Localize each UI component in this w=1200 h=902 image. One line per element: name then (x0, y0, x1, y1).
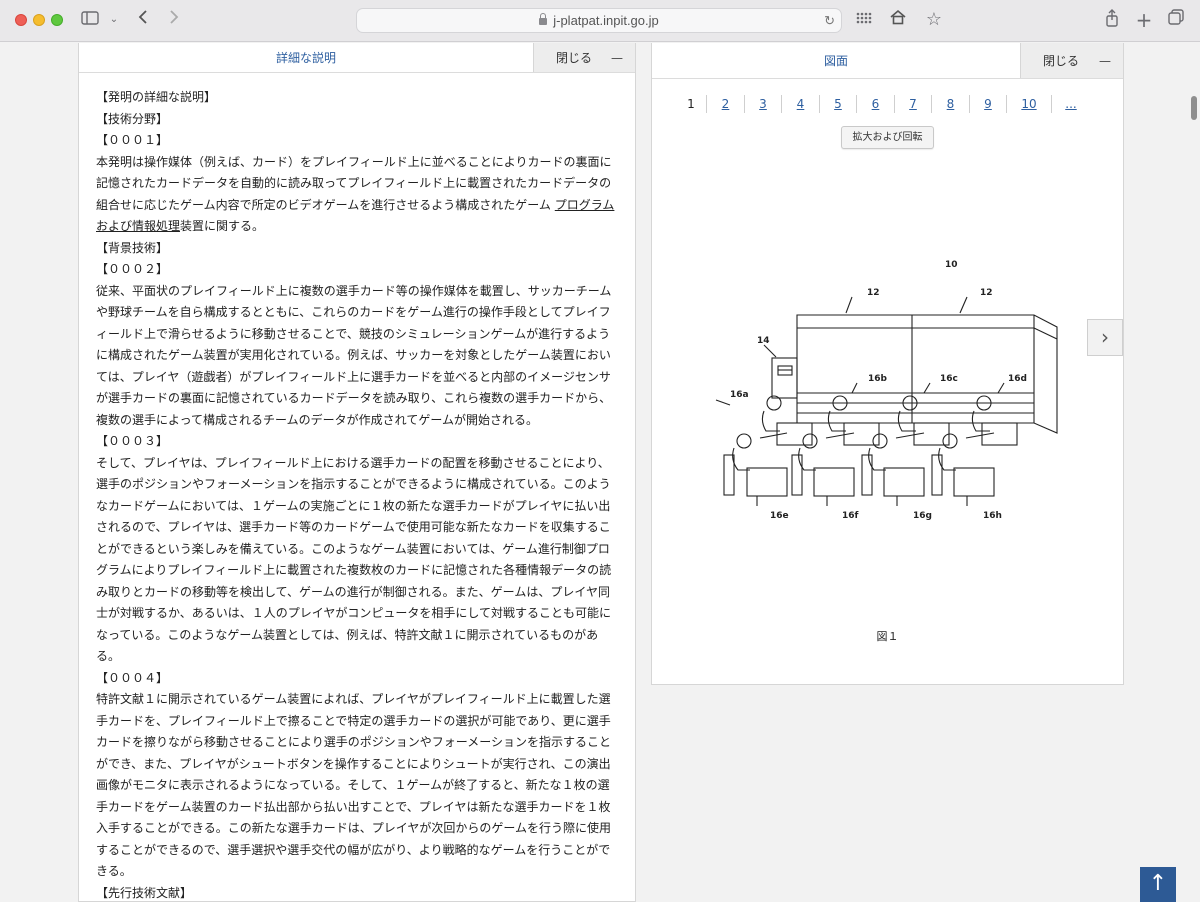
page-scrollbar[interactable] (1191, 96, 1197, 120)
close-window-button[interactable] (15, 14, 27, 26)
next-drawing-button[interactable]: › (1087, 319, 1123, 356)
zoom-window-button[interactable] (51, 14, 63, 26)
fig-label-12b: 12 (980, 288, 993, 298)
forward-icon[interactable] (165, 9, 183, 31)
description-close-button[interactable]: 閉じる — (533, 43, 635, 72)
page-1[interactable]: 1 (676, 95, 707, 113)
arrow-up-icon: ↑ (1148, 871, 1168, 896)
paragraph-number: 【０００１】 (96, 133, 169, 147)
fig-label-16d: 16d (1008, 374, 1027, 384)
paragraph-text: 装置に関する。 (180, 219, 265, 233)
fig-label-14: 14 (757, 336, 770, 346)
fig-label-16b: 16b (868, 374, 888, 384)
more-pages[interactable]: ... (1052, 95, 1090, 113)
page-8[interactable]: 8 (932, 95, 970, 113)
sidebar-icon[interactable] (80, 9, 100, 31)
drawing-panel-header: 図面 閉じる — (652, 43, 1123, 79)
page-5[interactable]: 5 (820, 95, 857, 113)
reload-icon[interactable]: ↻ (824, 9, 835, 32)
description-panel-title[interactable]: 詳細な説明 (79, 43, 533, 73)
fig-label-16f: 16f (842, 511, 859, 521)
grid-icon[interactable] (855, 9, 873, 31)
chevron-right-icon: › (1101, 325, 1109, 349)
fig-label-16h: 16h (983, 511, 1002, 521)
page-6[interactable]: 6 (857, 95, 895, 113)
patent-figure-image: 10 12 12 14 16a 16b 16c 16d 16e 16f 16g … (715, 260, 1058, 521)
paragraph-number: 【０００２】 (96, 262, 169, 276)
description-panel: 詳細な説明 閉じる — 【発明の詳細な説明】 【技術分野】 【０００１】 本発明… (78, 43, 636, 902)
minimize-window-button[interactable] (33, 14, 45, 26)
drawing-panel: 図面 閉じる — 1 2 3 4 5 6 7 8 9 10 ... 拡大および回… (651, 43, 1124, 685)
fig-label-16a: 16a (730, 390, 749, 400)
drawing-close-button[interactable]: 閉じる — (1020, 43, 1123, 78)
close-label: 閉じる (556, 51, 593, 65)
paragraph: 本発明は操作媒体（例えば、カード）をプレイフィールド上に並べることによりカードの… (96, 152, 616, 238)
fig-label-16e: 16e (770, 511, 789, 521)
zoom-rotate-button[interactable]: 拡大および回転 (841, 126, 934, 149)
description-text: 【発明の詳細な説明】 【技術分野】 【０００１】 本発明は操作媒体（例えば、カー… (96, 87, 616, 902)
fig-label-16c: 16c (940, 374, 958, 384)
close-label: 閉じる (1043, 54, 1080, 68)
heading: 【技術分野】 (96, 111, 169, 126)
page-4[interactable]: 4 (782, 95, 820, 113)
drawing-panel-title[interactable]: 図面 (652, 43, 1020, 79)
collapse-icon: — (1099, 54, 1111, 68)
star-icon[interactable]: ☆ (924, 9, 944, 31)
fig-label-12: 12 (867, 288, 880, 298)
collapse-icon: — (611, 51, 623, 65)
paragraph: 特許文献１に開示されているゲーム装置によれば、プレイヤがプレイフィールド上に載置… (96, 692, 612, 878)
heading: 【背景技術】 (96, 240, 169, 255)
page-10[interactable]: 10 (1007, 95, 1052, 113)
plus-icon[interactable]: + (1135, 9, 1153, 31)
tabs-icon[interactable] (1167, 9, 1185, 31)
home-icon[interactable] (888, 9, 908, 31)
fig-label-16g: 16g (913, 511, 932, 521)
page-7[interactable]: 7 (895, 95, 932, 113)
paragraph-text: 本発明は操作媒体（例えば、カード）をプレイフィールド上に並べることによりカードの… (96, 154, 612, 212)
back-to-top-button[interactable]: ↑ (1140, 867, 1176, 902)
paragraph-number: 【０００４】 (96, 670, 169, 685)
fig-label-10: 10 (945, 260, 958, 270)
lock-icon (539, 13, 548, 25)
paragraph-number: 【０００３】 (96, 434, 169, 448)
url-text: j-platpat.inpit.go.jp (553, 13, 659, 28)
page-9[interactable]: 9 (970, 95, 1007, 113)
share-icon[interactable] (1103, 9, 1121, 31)
figure-caption: 図１ (876, 630, 899, 643)
drawing-pagination: 1 2 3 4 5 6 7 8 9 10 ... (676, 95, 1090, 115)
back-icon[interactable] (134, 9, 152, 31)
address-bar[interactable]: j-platpat.inpit.go.jp ↻ (356, 8, 842, 33)
paragraph: 従来、平面状のプレイフィールド上に複数の選手カード等の操作媒体を載置し、サッカー… (96, 283, 612, 427)
heading: 【先行技術文献】 (96, 885, 193, 900)
heading: 【発明の詳細な説明】 (96, 90, 217, 104)
page-3[interactable]: 3 (745, 95, 782, 113)
description-panel-header: 詳細な説明 閉じる — (79, 43, 635, 73)
page-2[interactable]: 2 (707, 95, 745, 113)
chevron-down-icon[interactable]: ⌄ (108, 9, 120, 31)
browser-toolbar: ⌄ j-platpat.inpit.go.jp ↻ ☆ + (0, 0, 1200, 42)
paragraph: そして、プレイヤは、プレイフィールド上における選手カードの配置を移動させることに… (96, 455, 612, 664)
